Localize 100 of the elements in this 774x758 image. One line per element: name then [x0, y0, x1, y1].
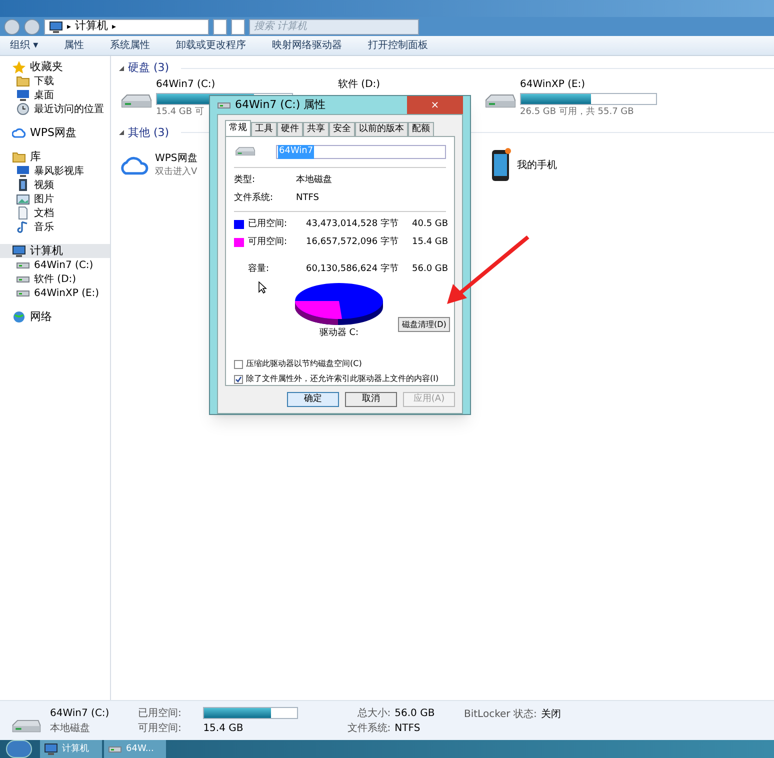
- tab[interactable]: 以前的版本: [355, 122, 408, 136]
- path-segment[interactable]: 计算机: [75, 18, 108, 35]
- field-label: 文件系统:: [346, 722, 391, 736]
- forward-button[interactable]: [24, 18, 40, 34]
- checkbox[interactable]: [234, 374, 243, 384]
- field-label: 可用空间:: [248, 236, 288, 248]
- tab[interactable]: 配额: [408, 122, 434, 136]
- toolbar-button[interactable]: 组织 ▾: [10, 38, 38, 53]
- nav-item[interactable]: 最近访问的位置: [0, 102, 110, 116]
- item-subtitle: 双击进入V: [155, 166, 198, 179]
- drive-label: 驱动器 C:: [319, 326, 359, 340]
- disk-cleanup-button[interactable]: 磁盘清理(D): [398, 317, 450, 332]
- selected-text: 64Win7: [278, 145, 314, 159]
- field-label: 总大小:: [356, 706, 391, 720]
- monitor-icon: [49, 20, 63, 34]
- drive-free-space: 15.4 GB 可: [156, 106, 205, 118]
- field-value: 本地磁盘: [296, 174, 333, 187]
- field-value: NTFS: [394, 722, 422, 736]
- drive-free-space: 26.5 GB 可用，共 55.7 GB: [520, 106, 635, 118]
- nav-item[interactable]: 下载: [0, 74, 110, 88]
- check-icon: [235, 376, 242, 382]
- monitor-icon: [16, 88, 30, 102]
- nav-item[interactable]: 库: [0, 150, 110, 164]
- tab[interactable]: 硬件: [277, 122, 303, 136]
- toolbar-button[interactable]: 卸载或更改程序: [176, 38, 246, 53]
- nav-item[interactable]: 收藏夹: [0, 60, 110, 74]
- toolbar-button[interactable]: 打开控制面板: [368, 38, 428, 53]
- drive-name[interactable]: 软件 (D:): [338, 76, 380, 92]
- cloud-icon: [119, 154, 149, 176]
- toolbar-button[interactable]: 系统属性: [110, 38, 150, 53]
- drive-icon: [483, 92, 517, 110]
- folder-icon: [12, 150, 26, 164]
- toolbar-button[interactable]: 映射网络驱动器: [272, 38, 342, 53]
- collapse-triangle-icon[interactable]: [119, 130, 124, 136]
- tab[interactable]: 工具: [251, 122, 277, 136]
- field-label: 已用空间:: [248, 218, 288, 231]
- nav-item[interactable]: 计算机: [0, 244, 110, 258]
- field-label: 可用空间:: [138, 722, 182, 736]
- group-heading: 硬盘 (3): [128, 60, 170, 76]
- field-value: 56.0 GB: [412, 263, 448, 276]
- field-value: 40.5 GB: [412, 218, 448, 231]
- collapse-triangle-icon[interactable]: [119, 66, 124, 71]
- star-icon: [12, 60, 26, 74]
- drive-icon: [234, 146, 256, 158]
- group-heading: 其他 (3): [128, 124, 170, 140]
- start-button[interactable]: [6, 740, 32, 758]
- dialog-button[interactable]: 确定: [287, 392, 339, 407]
- drive-name[interactable]: 64Win7 (C:): [156, 76, 293, 92]
- nav-item[interactable]: 64WinXP (E:): [0, 286, 110, 300]
- tab[interactable]: 安全: [329, 122, 355, 136]
- field-value: 15.4 GB: [203, 722, 244, 736]
- nav-item[interactable]: 桌面: [0, 88, 110, 102]
- field-value: 56.0 GB: [394, 706, 436, 720]
- nav-item[interactable]: 视频: [0, 178, 110, 192]
- tab[interactable]: 共享: [303, 122, 329, 136]
- phone-icon: [491, 148, 511, 182]
- search-field[interactable]: 搜索 计算机: [249, 18, 419, 34]
- monitor-icon: [44, 742, 58, 756]
- monitor-icon: [16, 164, 30, 178]
- dialog-title: 64Win7 (C:) 属性: [235, 96, 327, 113]
- nav-item[interactable]: 64Win7 (C:): [0, 258, 110, 272]
- item-name[interactable]: 我的手机: [517, 158, 557, 172]
- film-icon: [16, 178, 30, 192]
- path-separator: ▸: [67, 20, 72, 32]
- cloud-icon: [12, 126, 26, 140]
- drive-name[interactable]: 64WinXP (E:): [520, 76, 657, 92]
- document-icon: [16, 206, 30, 220]
- nav-item[interactable]: 暴风影视库: [0, 164, 110, 178]
- nav-item[interactable]: WPS网盘: [0, 126, 110, 140]
- globe-icon: [12, 310, 26, 324]
- tab[interactable]: 常规: [225, 120, 251, 136]
- checkbox-label: 除了文件属性外，还允许索引此驱动器上文件的内容(I): [246, 373, 439, 385]
- field-value: 60,130,586,624 字节: [306, 263, 400, 276]
- item-name[interactable]: WPS网盘: [155, 150, 198, 166]
- nav-item[interactable]: 图片: [0, 192, 110, 206]
- folder-icon: [16, 74, 30, 88]
- monitor-icon: [12, 244, 26, 258]
- dialog-button[interactable]: 取消: [345, 392, 397, 407]
- clock-icon: [16, 102, 30, 116]
- toolbar-button[interactable]: 属性: [64, 38, 84, 53]
- music-note-icon: [16, 220, 30, 234]
- checkbox-label: 压缩此驱动器以节约磁盘空间(C): [246, 358, 362, 370]
- close-button[interactable]: ×: [407, 96, 463, 114]
- back-button[interactable]: [4, 18, 20, 34]
- field-label: 文件系统:: [234, 192, 274, 204]
- drive-name: 64Win7 (C:): [50, 706, 110, 720]
- checkbox[interactable]: [234, 360, 243, 368]
- nav-item[interactable]: 软件 (D:): [0, 272, 110, 286]
- field-label: 已用空间:: [138, 706, 182, 720]
- drive-type: 本地磁盘: [50, 722, 91, 736]
- nav-item[interactable]: 音乐: [0, 220, 110, 234]
- field-label: BitLocker 状态:: [464, 708, 537, 722]
- field-label: 类型:: [234, 174, 256, 187]
- mouse-pointer-icon: [258, 281, 267, 294]
- nav-item[interactable]: 网络: [0, 310, 110, 324]
- nav-item[interactable]: 文档: [0, 206, 110, 220]
- field-value: 15.4 GB: [412, 236, 448, 248]
- address-field[interactable]: ▸ 计算机 ▸: [44, 18, 209, 34]
- picture-icon: [16, 192, 30, 206]
- field-label: 容量:: [248, 263, 270, 276]
